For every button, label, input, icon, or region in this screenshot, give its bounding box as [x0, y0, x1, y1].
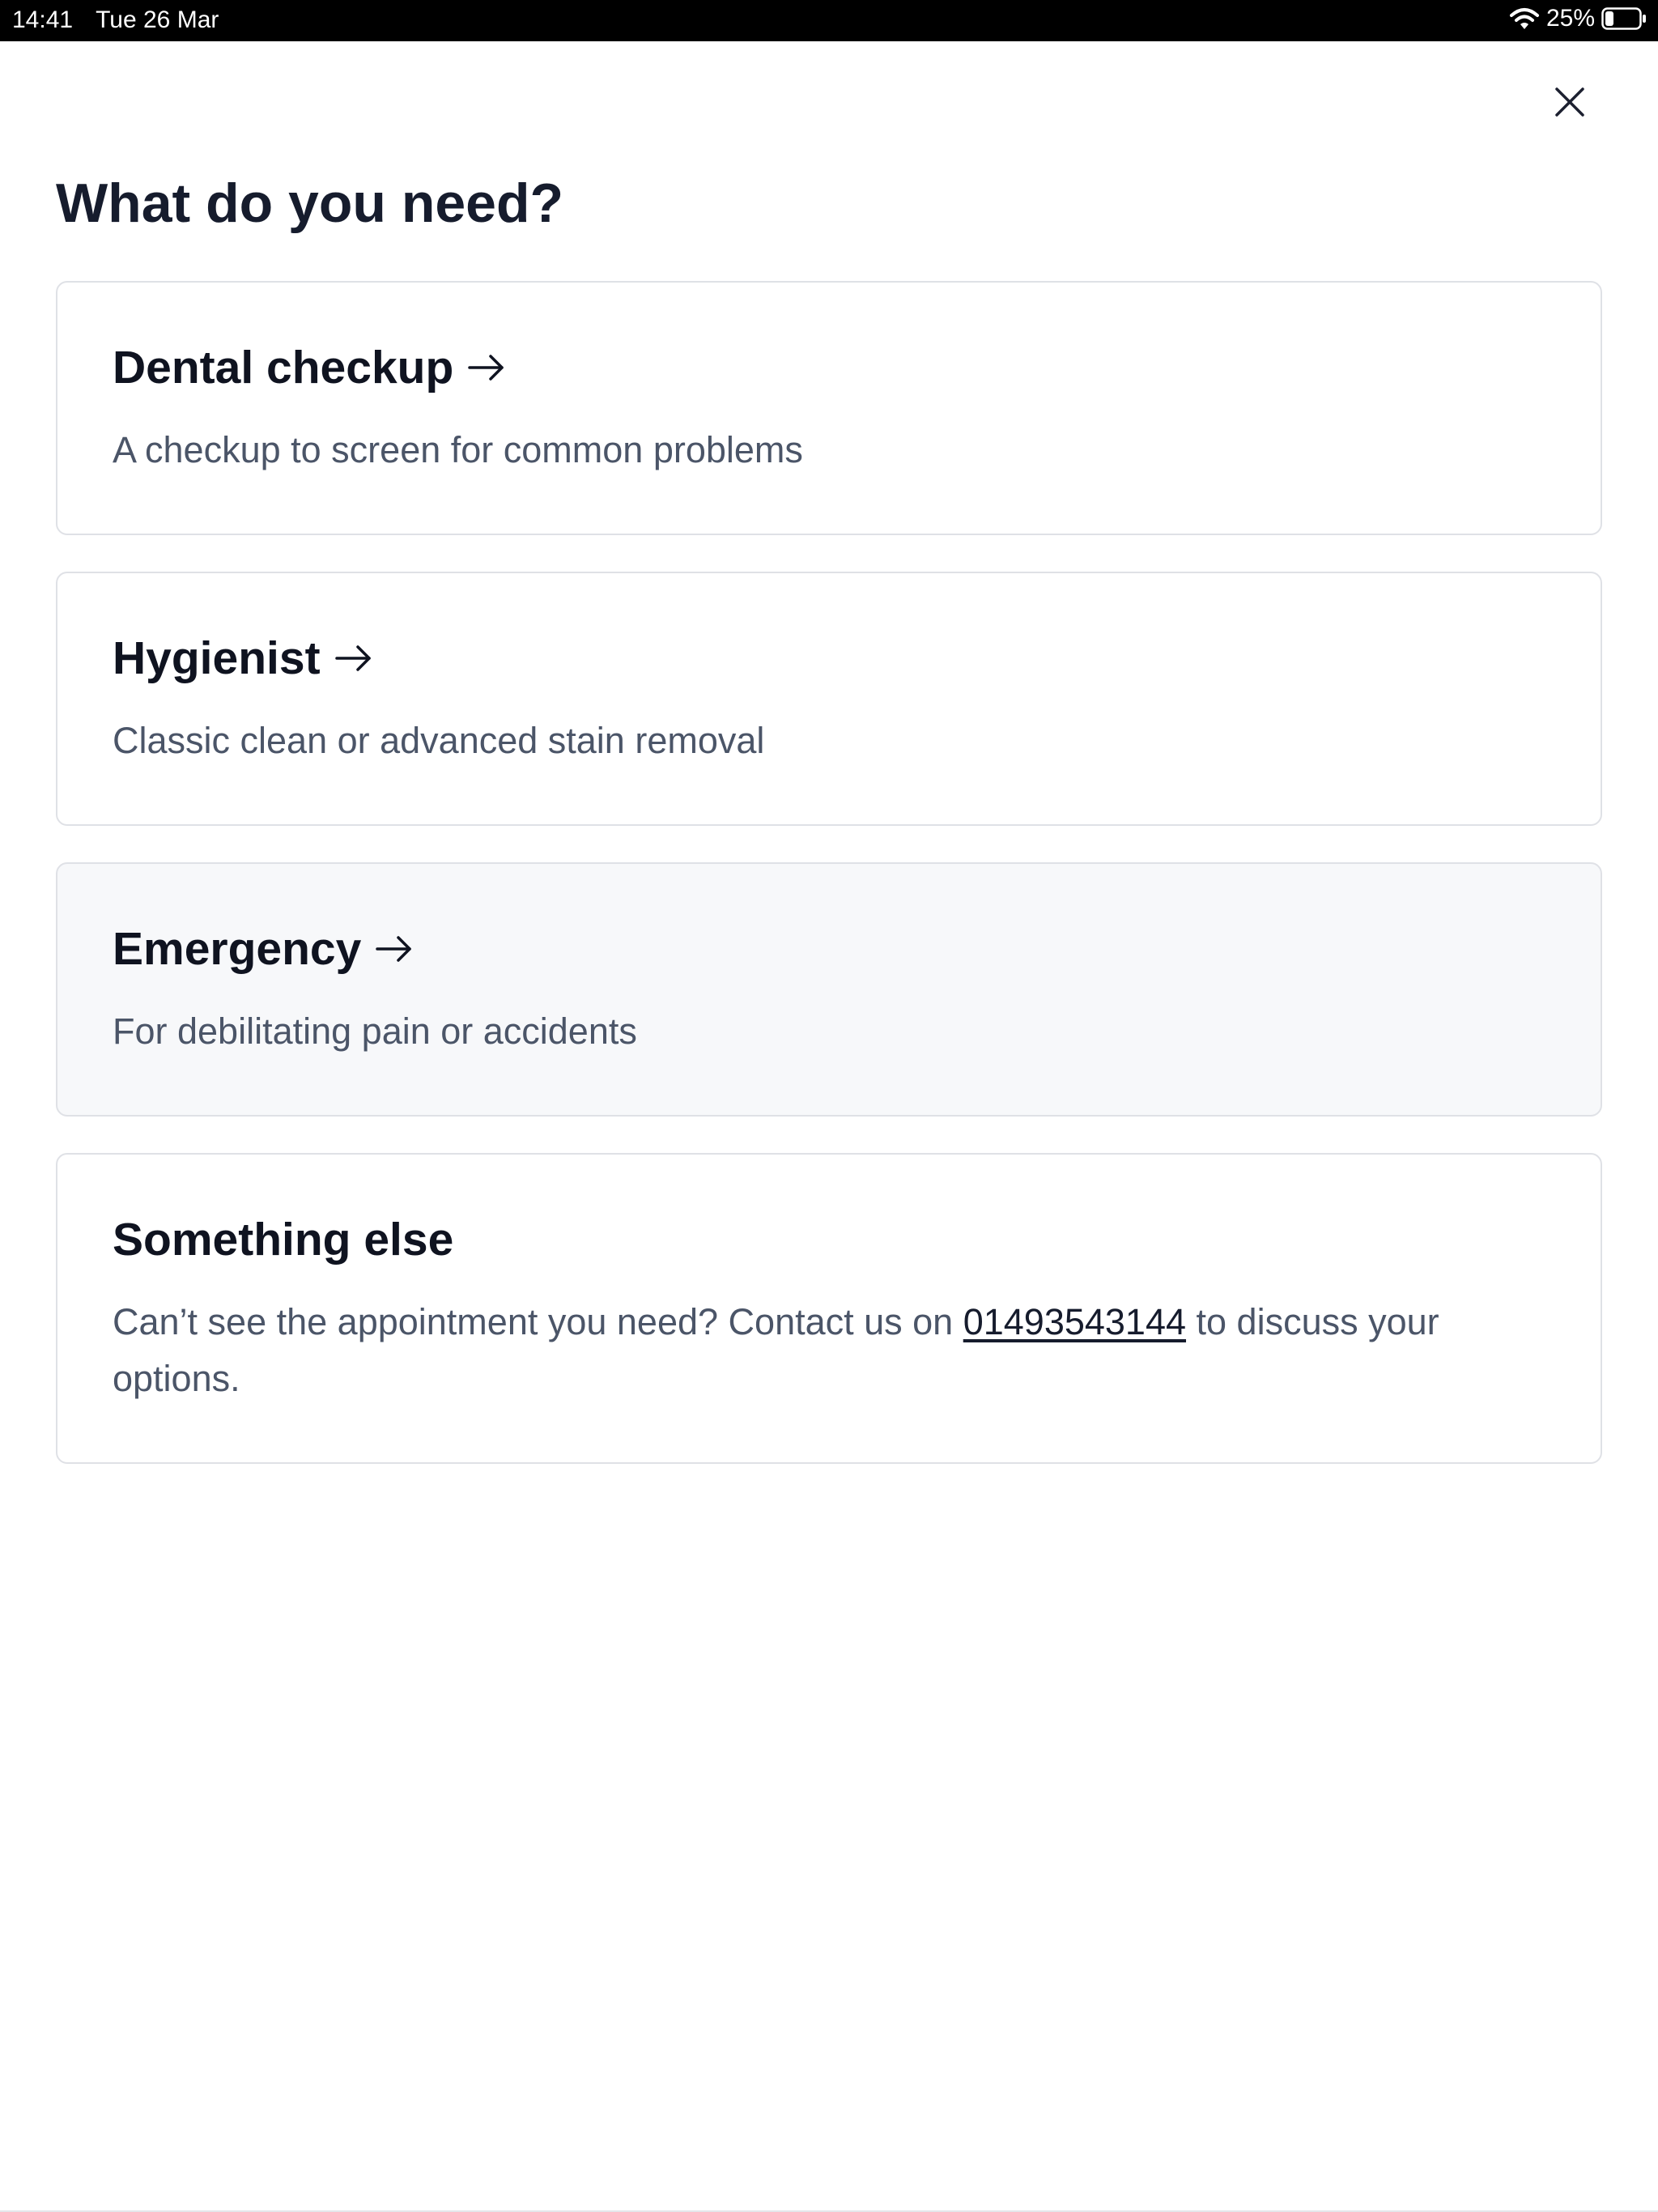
option-card-dental-checkup[interactable]: Dental checkup A checkup to screen for c… [56, 281, 1602, 535]
close-button[interactable] [1549, 81, 1591, 123]
battery-percent: 25% [1545, 5, 1595, 32]
status-bar: 14:41 Tue 26 Mar 25% [0, 0, 1658, 41]
status-left: 14:41 Tue 26 Mar [12, 6, 219, 34]
battery-fill [1605, 11, 1613, 26]
option-description: For debilitating pain or accidents [113, 1010, 637, 1052]
page-title: What do you need? [56, 172, 564, 234]
status-right: 25% [1509, 5, 1647, 32]
arrow-right-icon [468, 355, 504, 381]
option-title: Something else [113, 1214, 454, 1266]
option-card-something-else: Something else Can’t see the appointment… [56, 1153, 1602, 1464]
option-title: Dental checkup [113, 342, 454, 393]
phone-link[interactable]: 01493543144 [963, 1301, 1186, 1342]
status-time: 14:41 [12, 6, 74, 33]
close-icon [1555, 87, 1584, 117]
option-title-row: Dental checkup [113, 341, 508, 394]
option-title-row: Something else [113, 1213, 453, 1266]
arrow-right-icon [334, 645, 371, 671]
status-date: Tue 26 Mar [96, 6, 219, 33]
option-title-row: Hygienist [113, 632, 376, 685]
option-description: Classic clean or advanced stain removal [113, 720, 765, 761]
option-card-hygienist[interactable]: Hygienist Classic clean or advanced stai… [56, 572, 1602, 826]
battery-icon [1601, 7, 1646, 30]
option-card-emergency[interactable]: Emergency For debilitating pain or accid… [56, 862, 1602, 1117]
option-title-row: Emergency [113, 922, 416, 976]
wifi-icon [1509, 8, 1539, 29]
option-description: A checkup to screen for common problems [113, 429, 803, 470]
arrow-right-icon [376, 936, 412, 962]
contact-text-before: Can’t see the appointment you need? Cont… [113, 1301, 963, 1342]
option-description: Can’t see the appointment you need? Cont… [113, 1294, 1529, 1407]
option-title: Emergency [113, 923, 362, 975]
option-title: Hygienist [113, 632, 321, 684]
